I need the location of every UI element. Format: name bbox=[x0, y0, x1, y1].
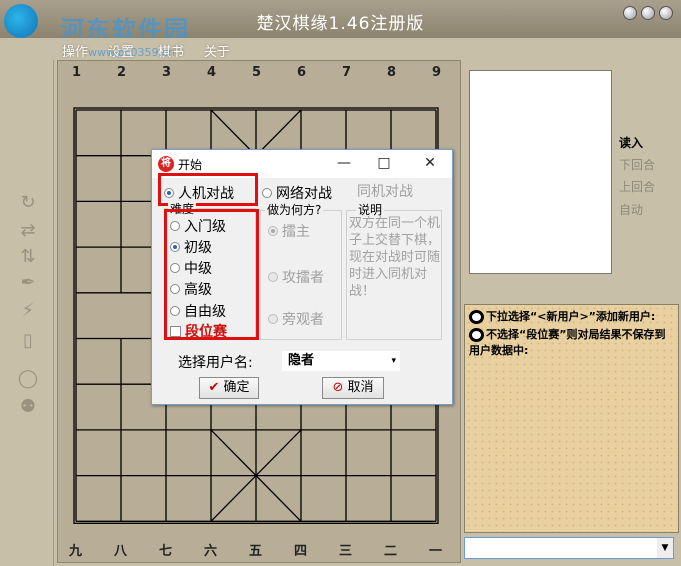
role-spectator-option[interactable]: 旁观者 bbox=[268, 309, 324, 329]
dialog-maximize-button[interactable]: □ bbox=[370, 153, 398, 173]
bottom-col-number: 七 bbox=[159, 544, 173, 559]
radio-icon[interactable] bbox=[268, 314, 278, 324]
radio-icon[interactable] bbox=[268, 272, 278, 282]
window-title: 楚汉棋缘1.46注册版 bbox=[256, 14, 425, 34]
bottom-col-number: 九 bbox=[69, 544, 83, 559]
right-panel: 读入 下回合 上回合 自动 下拉选择“<新用户>”添加新用户: 不选择“段位赛”… bbox=[464, 60, 681, 566]
close-button[interactable] bbox=[659, 6, 673, 20]
bottom-col-number: 五 bbox=[249, 544, 263, 559]
role-host-option[interactable]: 擂主 bbox=[268, 221, 310, 241]
chevron-down-icon[interactable]: ▾ bbox=[391, 351, 396, 371]
bottom-col-number: 四 bbox=[294, 544, 308, 559]
radio-icon[interactable] bbox=[262, 188, 272, 198]
bottom-col-number: 八 bbox=[114, 544, 128, 559]
top-col-number: 4 bbox=[207, 65, 217, 80]
hint-new-user: 下拉选择“<新用户>”添加新用户: bbox=[486, 310, 656, 323]
user-select[interactable]: 隐者 ▾ bbox=[282, 351, 400, 371]
top-col-number: 3 bbox=[162, 65, 172, 80]
top-col-number: 5 bbox=[252, 65, 262, 80]
board-preview bbox=[469, 70, 612, 274]
dialog-minimize-button[interactable]: — bbox=[330, 153, 358, 173]
role-group-label: 做为何方? bbox=[265, 201, 324, 218]
bottom-col-number: 六 bbox=[204, 544, 218, 559]
check-icon: ✔ bbox=[208, 380, 220, 395]
panda-icon bbox=[469, 328, 484, 342]
prev-round-button[interactable]: 上回合 bbox=[619, 178, 655, 195]
general-piece-icon[interactable]: ⚉ bbox=[17, 396, 39, 418]
mode-local-option[interactable]: 同机对战 bbox=[357, 181, 413, 201]
swap-icon[interactable]: ⇄ bbox=[17, 220, 39, 242]
bottom-col-number: 一 bbox=[429, 544, 443, 559]
next-round-button[interactable]: 下回合 bbox=[619, 156, 655, 173]
user-label: 选择用户名: bbox=[178, 355, 253, 371]
mode-description: 双方在同一个机子上交替下棋，现在对战时可随时进入同机对战！ bbox=[349, 216, 441, 299]
highlight-level-box bbox=[164, 209, 259, 340]
menu-about[interactable]: 关于 bbox=[204, 41, 230, 60]
start-dialog: 将 开始 — □ ✕ 人机对战 网络对战 同机对战 难度 入门级 初级 中级 高… bbox=[151, 149, 453, 405]
cancel-button[interactable]: ⊘ 取消 bbox=[322, 377, 384, 399]
radio-icon[interactable] bbox=[268, 226, 278, 236]
left-toolbar: ↻ ⇄ ⇅ ✒ ⚡ ▯ ◯ ⚉ bbox=[2, 60, 54, 566]
move-combo[interactable]: ▼ bbox=[464, 537, 674, 559]
role-challenger-option[interactable]: 攻擂者 bbox=[268, 267, 324, 287]
minimize-button[interactable] bbox=[641, 6, 655, 20]
general-icon: 将 bbox=[158, 156, 174, 172]
title-bar: 河东软件园 楚汉棋缘1.46注册版 bbox=[0, 0, 681, 44]
mode-network-option[interactable]: 网络对战 bbox=[262, 183, 332, 203]
circle-icon[interactable]: ◯ bbox=[17, 368, 39, 390]
read-button[interactable]: 读入 bbox=[619, 134, 643, 151]
ok-button[interactable]: ✔ 确定 bbox=[199, 377, 259, 399]
dialog-close-button[interactable]: ✕ bbox=[416, 153, 444, 173]
top-col-number: 8 bbox=[387, 65, 397, 80]
hint-ranked: 不选择“段位赛”则对局结果不保存到用户数据中: bbox=[469, 328, 666, 357]
bottom-col-number: 二 bbox=[384, 544, 398, 559]
top-col-number: 6 bbox=[297, 65, 307, 80]
panda-icon bbox=[469, 310, 484, 324]
chevron-down-icon[interactable]: ▼ bbox=[657, 538, 673, 558]
link-icon[interactable]: ↻ bbox=[17, 192, 39, 214]
top-col-number: 2 bbox=[117, 65, 127, 80]
auto-button[interactable]: 自动 bbox=[619, 201, 643, 218]
flash-icon[interactable]: ⚡ bbox=[17, 300, 39, 322]
top-col-number: 7 bbox=[342, 65, 352, 80]
door-icon[interactable]: ▯ bbox=[17, 330, 39, 352]
user-select-value: 隐者 bbox=[288, 353, 315, 368]
help-button[interactable] bbox=[623, 6, 637, 20]
cancel-icon: ⊘ bbox=[332, 380, 344, 395]
updown-icon[interactable]: ⇅ bbox=[17, 246, 39, 268]
hint-panel: 下拉选择“<新用户>”添加新用户: 不选择“段位赛”则对局结果不保存到用户数据中… bbox=[464, 304, 679, 533]
top-col-number: 9 bbox=[432, 65, 442, 80]
dialog-title: 开始 bbox=[178, 158, 203, 172]
menu-operate[interactable]: 操作 bbox=[62, 41, 88, 60]
top-col-number: 1 bbox=[72, 65, 82, 80]
pin-icon[interactable]: ✒ bbox=[17, 272, 39, 294]
watermark-url: www.pc0359.cn bbox=[88, 46, 176, 59]
bottom-col-number: 三 bbox=[339, 544, 353, 559]
